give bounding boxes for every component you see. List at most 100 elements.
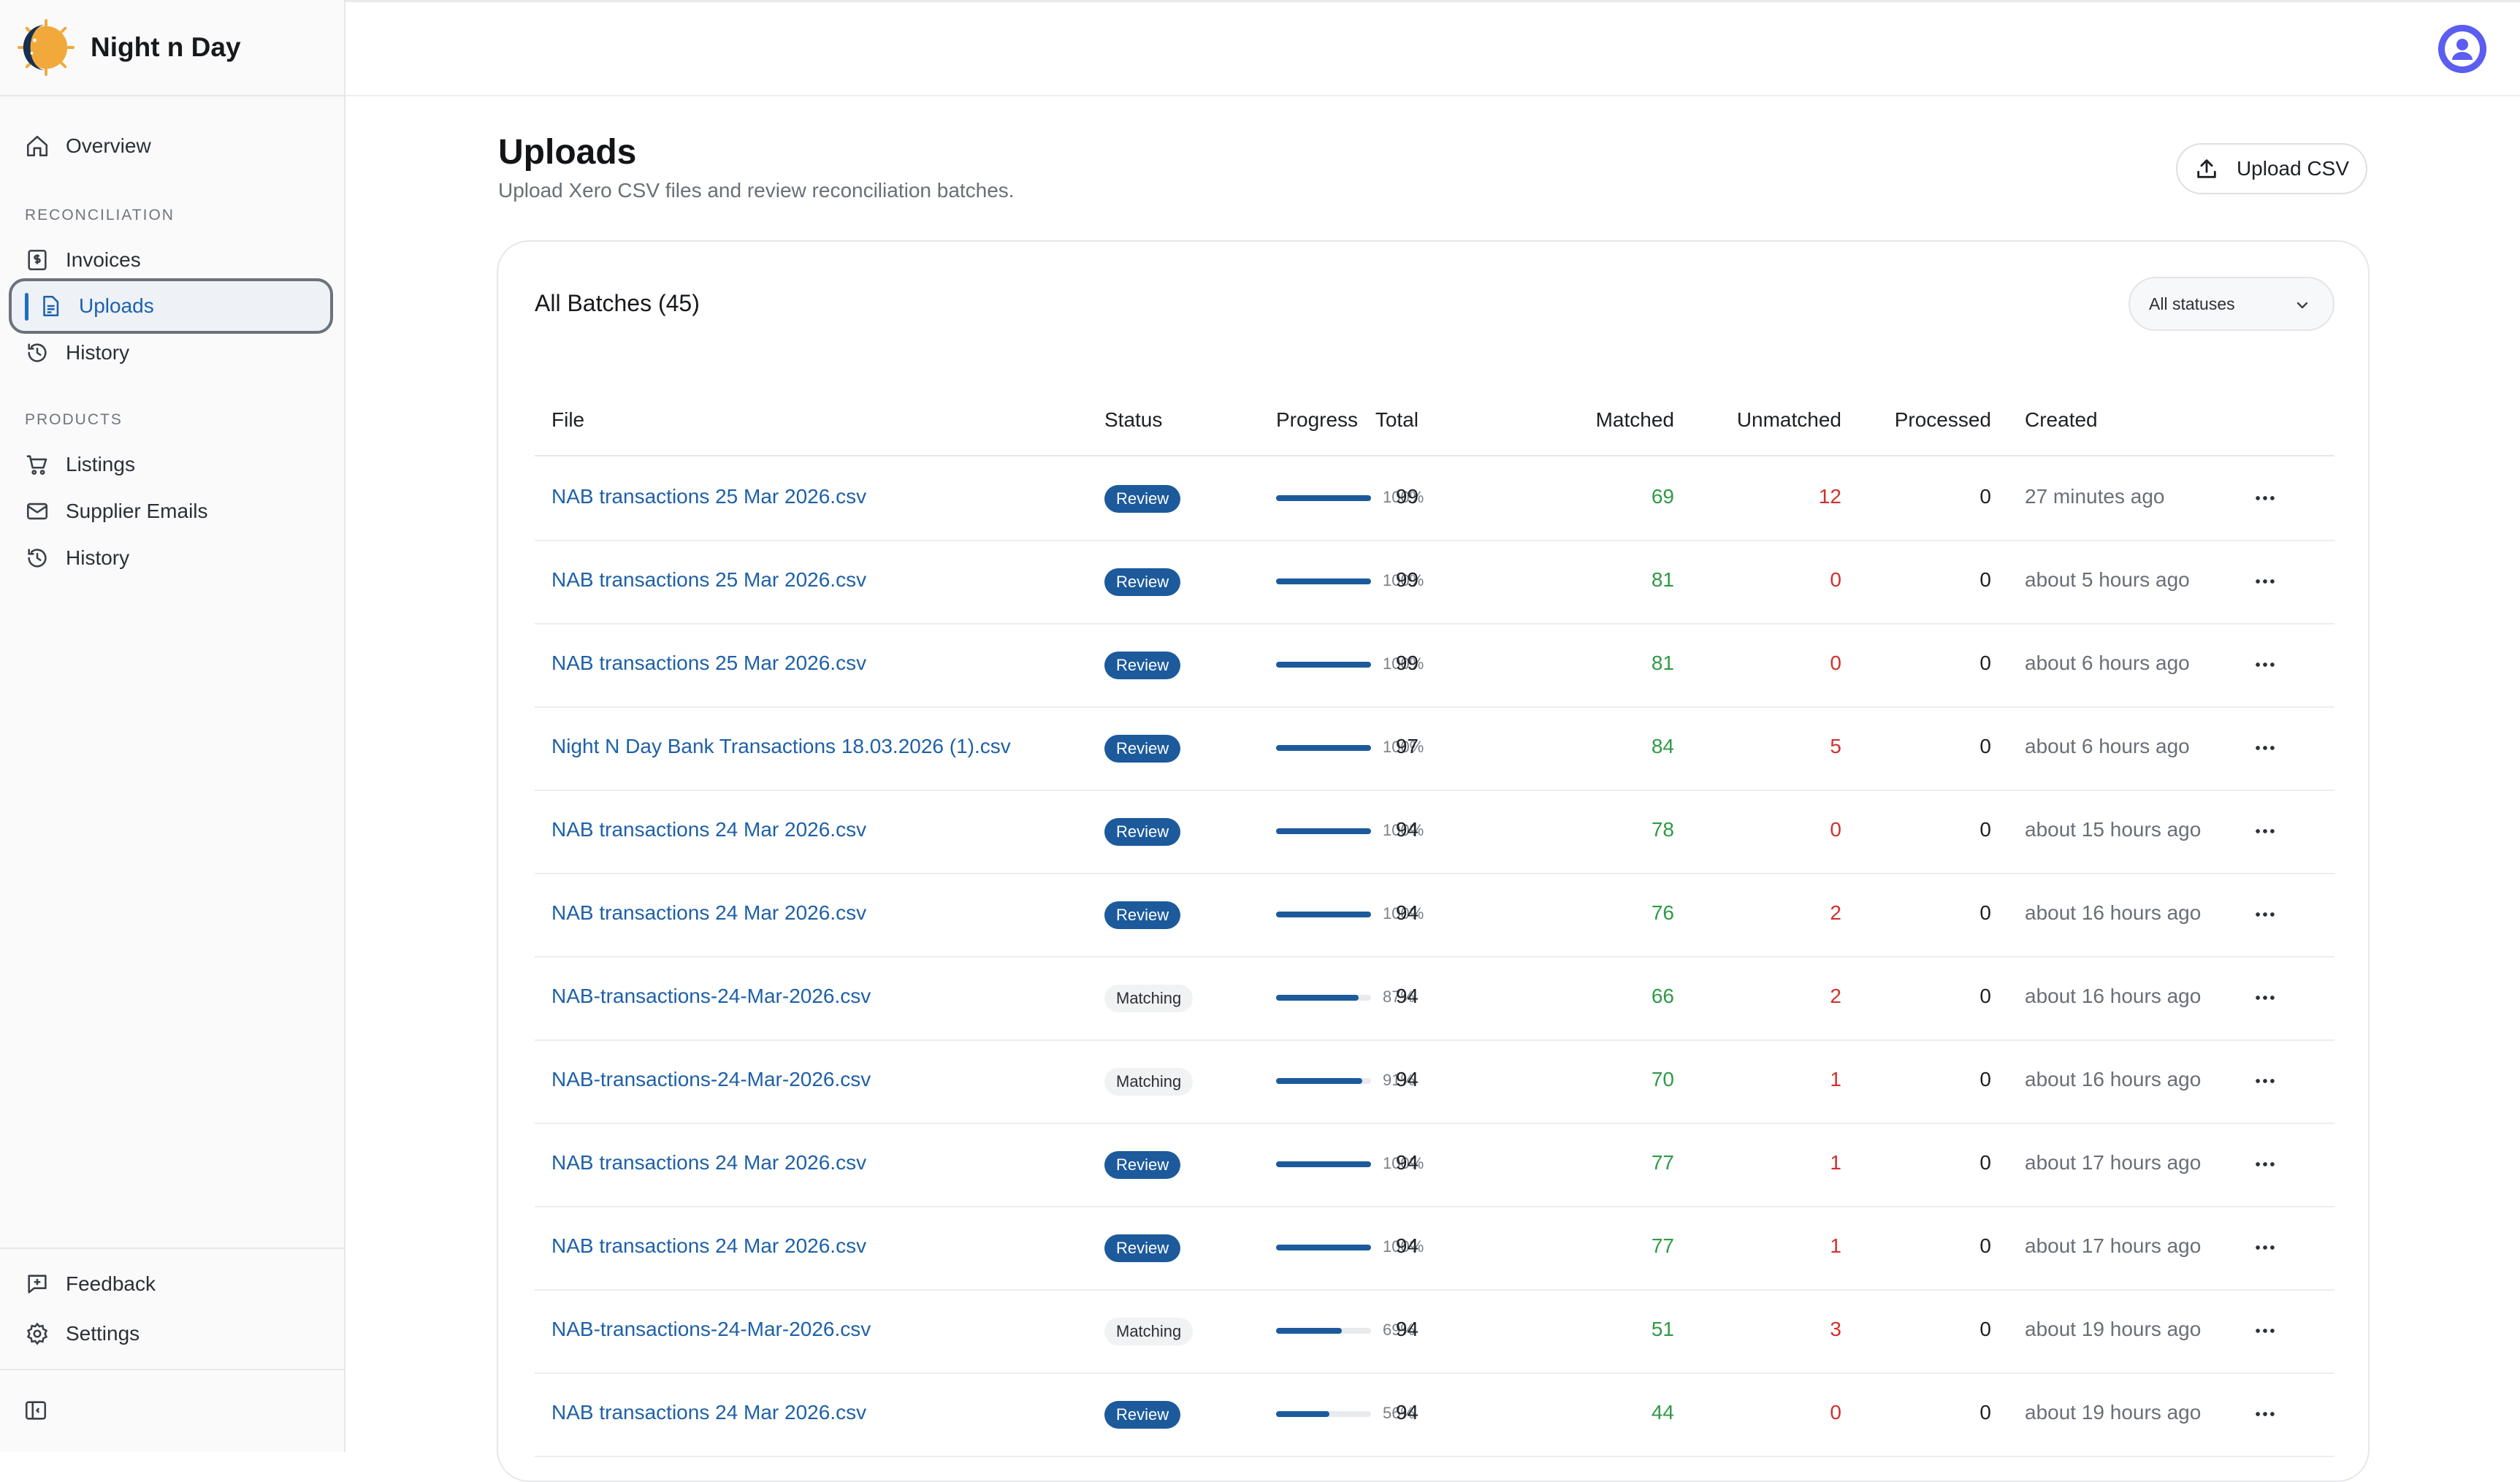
upload-icon [2197,159,2216,178]
nav-feedback[interactable]: Feedback [9,1256,333,1312]
sidebar-divider [0,1369,344,1370]
column-header-file[interactable]: File [551,408,584,432]
created-time: about 16 hours ago [2025,901,2202,924]
column-header-total[interactable]: Total [1375,408,1419,432]
file-link[interactable]: NAB transactions 24 Mar 2026.csv [551,1401,866,1424]
created-time: about 15 hours ago [2025,818,2202,841]
status-badge: Matching [1104,1068,1194,1096]
total-count: 94 [1395,818,1419,841]
sun-moon-logo-icon [18,19,75,76]
nav-overview-label: Overview [66,134,151,157]
file-link[interactable]: NAB transactions 25 Mar 2026.csv [551,652,866,675]
file-link[interactable]: NAB transactions 24 Mar 2026.csv [551,901,866,925]
matched-count: 66 [1651,985,1674,1007]
batches-title: All Batches (45) [535,290,700,316]
table-row[interactable]: NAB transactions 25 Mar 2026.csv Review 10… [535,624,2334,708]
matched-count: 51 [1651,1318,1674,1340]
table-row[interactable]: NAB transactions 24 Mar 2026.csv Review 10… [535,874,2334,958]
more-options-icon[interactable] [2253,486,2277,511]
nav-products-history[interactable]: History [9,530,333,586]
sidebar-divider [0,1248,344,1249]
processed-count: 0 [1979,985,1991,1007]
status-badge: Review [1104,1234,1181,1262]
processed-count: 0 [1979,818,1991,841]
matched-count: 44 [1651,1401,1674,1424]
progress-fill [1276,1161,1371,1167]
file-link[interactable]: NAB transactions 24 Mar 2026.csv [551,1151,866,1174]
column-header-created[interactable]: Created [2025,408,2098,432]
sidebar-collapse-icon[interactable] [23,1398,48,1423]
progress-fill [1276,912,1371,917]
more-options-icon[interactable] [2253,985,2277,1010]
file-link[interactable]: NAB transactions 24 Mar 2026.csv [551,1234,866,1258]
unmatched-count: 1 [1830,1068,1841,1091]
created-time: about 6 hours ago [2025,735,2190,757]
section-reconciliation: RECONCILIATION [25,207,175,224]
matched-count: 84 [1651,735,1674,757]
file-link[interactable]: Night N Day Bank Transactions 18.03.2026… [551,735,1011,758]
mail-icon [26,503,48,520]
table-row[interactable]: NAB transactions 24 Mar 2026.csv Review 10… [535,1124,2334,1207]
column-header-unmatched[interactable]: Unmatched [1737,408,1841,432]
progress-bar [1276,1328,1371,1334]
processed-count: 0 [1979,568,1991,591]
more-options-icon[interactable] [2253,1402,2277,1426]
unmatched-count: 2 [1830,901,1841,924]
table-row[interactable]: Night N Day Bank Transactions 18.03.2026… [535,708,2334,791]
more-options-icon[interactable] [2253,1069,2277,1093]
nav-listings-label: Listings [66,453,135,475]
more-options-icon[interactable] [2253,902,2277,927]
created-time: about 19 hours ago [2025,1318,2202,1340]
table-row[interactable]: NAB transactions 25 Mar 2026.csv Review 10… [535,541,2334,624]
unmatched-count: 3 [1830,1318,1841,1340]
table-row[interactable]: NAB transactions 25 Mar 2026.csv Review 10… [535,458,2334,541]
table-row[interactable]: NAB transactions 24 Mar 2026.csv Review 56… [535,1374,2334,1457]
status-badge: Review [1104,901,1181,929]
more-options-icon[interactable] [2253,1318,2277,1343]
total-count: 97 [1395,735,1419,757]
unmatched-count: 0 [1830,568,1841,591]
more-options-icon[interactable] [2253,1152,2277,1177]
processed-count: 0 [1979,485,1991,508]
column-header-matched[interactable]: Matched [1596,408,1674,432]
status-filter-select[interactable]: All statuses [2128,277,2334,331]
created-time: about 5 hours ago [2025,568,2190,591]
active-indicator [25,293,28,321]
sidebar: Night n Day Overview RECONCILIATION Invo… [0,0,345,1452]
upload-csv-button[interactable]: Upload CSV [2176,143,2367,194]
more-options-icon[interactable] [2253,736,2277,760]
brand[interactable]: Night n Day [0,0,344,96]
file-link[interactable]: NAB-transactions-24-Mar-2026.csv [551,1318,871,1341]
progress-bar [1276,1078,1371,1084]
nav-reconciliation-history[interactable]: History [9,325,333,381]
total-count: 99 [1395,652,1419,674]
column-header-status[interactable]: Status [1104,408,1162,432]
user-avatar[interactable] [2438,25,2486,73]
nav-settings[interactable]: Settings [9,1306,333,1361]
column-header-processed[interactable]: Processed [1895,408,1991,432]
cart-icon [26,455,47,475]
progress-fill [1276,745,1371,751]
table-row[interactable]: NAB-transactions-24-Mar-2026.csv Matching… [535,1041,2334,1124]
total-count: 94 [1395,901,1419,924]
more-options-icon[interactable] [2253,819,2277,844]
file-link[interactable]: NAB transactions 24 Mar 2026.csv [551,818,866,841]
table-row[interactable]: NAB transactions 24 Mar 2026.csv Review 10… [535,1207,2334,1291]
file-link[interactable]: NAB-transactions-24-Mar-2026.csv [551,985,871,1008]
file-link[interactable]: NAB-transactions-24-Mar-2026.csv [551,1068,871,1091]
table-row[interactable]: NAB-transactions-24-Mar-2026.csv Matching… [535,958,2334,1041]
progress-fill [1276,1328,1342,1334]
file-link[interactable]: NAB transactions 25 Mar 2026.csv [551,485,866,508]
table-row[interactable]: NAB-transactions-24-Mar-2026.csv Matching… [535,1291,2334,1374]
batches-card: All Batches (45) All statuses File Statu… [497,240,2370,1482]
status-badge: Matching [1104,1318,1194,1345]
more-options-icon[interactable] [2253,1235,2277,1260]
column-header-progress[interactable]: Progress [1276,408,1358,432]
more-options-icon[interactable] [2253,569,2277,594]
table-row[interactable]: NAB transactions 24 Mar 2026.csv Review 10… [535,791,2334,874]
more-options-icon[interactable] [2253,652,2277,677]
progress-fill [1276,1078,1363,1084]
upload-csv-label: Upload CSV [2236,157,2350,180]
nav-overview[interactable]: Overview [9,118,333,174]
file-link[interactable]: NAB transactions 25 Mar 2026.csv [551,568,866,592]
